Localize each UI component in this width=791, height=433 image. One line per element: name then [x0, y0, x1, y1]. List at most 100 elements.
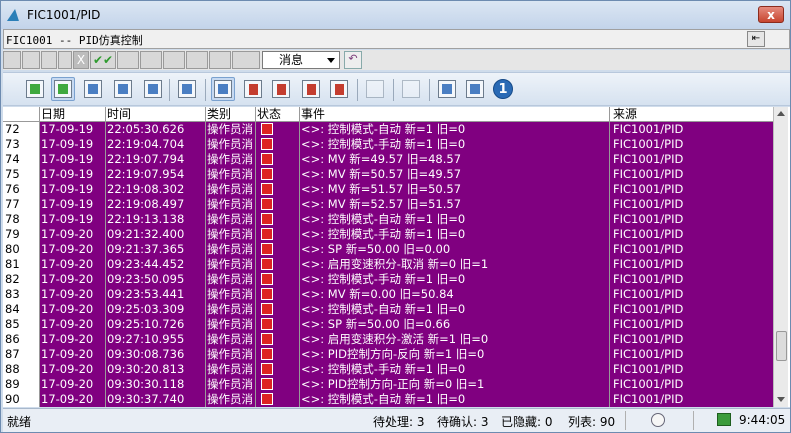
info-text-button[interactable]: [363, 77, 387, 101]
info-text-icon: [366, 80, 384, 98]
app-logo-icon: [7, 8, 21, 22]
cell-time: 09:21:37.365: [107, 242, 185, 256]
table-row[interactable]: 84 17-09-20 09:25:03.309 操作员消 <>: 控制模式-自动 新=…: [3, 302, 773, 317]
table-row[interactable]: 72 17-09-19 22:05:30.626 操作员消 <>: 控制模式-自动 新=…: [3, 122, 773, 137]
table-row[interactable]: 75 17-09-19 22:19:07.954 操作员消 <>: MV 新=50.57…: [3, 167, 773, 182]
cell-date: 17-09-20: [41, 347, 94, 361]
filter-slot-6[interactable]: [140, 51, 162, 69]
last-button[interactable]: [327, 77, 351, 101]
faceplate-title-bar: FIC1001 -- PID仿真控制 ⇤: [3, 29, 790, 49]
scroll-up-icon[interactable]: [777, 111, 785, 116]
archive-button[interactable]: [81, 77, 105, 101]
cell-date: 17-09-20: [41, 377, 94, 391]
lock-button[interactable]: [399, 77, 423, 101]
table-row[interactable]: 74 17-09-19 22:19:07.794 操作员消 <>: MV 新=49.57…: [3, 152, 773, 167]
cell-source: FIC1001/PID: [613, 392, 684, 406]
cell-source: FIC1001/PID: [613, 227, 684, 241]
next-button[interactable]: [299, 77, 323, 101]
pin-icon[interactable]: ⇤: [747, 31, 765, 47]
filter-slot-4[interactable]: [58, 51, 72, 69]
column-divider: [609, 107, 610, 407]
sort-button[interactable]: [435, 77, 459, 101]
lock-list-button[interactable]: [141, 77, 165, 101]
first-button[interactable]: [241, 77, 265, 101]
table-row[interactable]: 86 17-09-20 09:27:10.955 操作员消 <>: 启用变速积分-激活 …: [3, 332, 773, 347]
status-unconfirmed: 待确认: 3: [437, 415, 489, 429]
status-hidden: 已隐藏: 0: [501, 415, 553, 429]
status-divider: [693, 411, 694, 430]
cell-date: 17-09-19: [41, 212, 94, 226]
cell-class: 操作员消: [207, 257, 253, 271]
toolbar: 1: [3, 72, 790, 106]
vertical-scrollbar[interactable]: [773, 107, 788, 407]
row-number: 78: [5, 212, 39, 227]
refresh-all-button[interactable]: [51, 77, 75, 101]
message-type-select[interactable]: 消息: [262, 51, 340, 69]
scrollbar-thumb[interactable]: [776, 331, 787, 361]
table-row[interactable]: 82 17-09-20 09:23:50.095 操作员消 <>: 控制模式-手动 新=…: [3, 272, 773, 287]
toolbar-divider: [393, 79, 394, 101]
row-number: 82: [5, 272, 39, 287]
table-row[interactable]: 78 17-09-19 22:19:13.138 操作员消 <>: 控制模式-自动 新=…: [3, 212, 773, 227]
sort-icon: [438, 80, 456, 98]
cell-time: 09:25:03.309: [107, 302, 185, 316]
folder-lock-icon: [144, 80, 162, 98]
cell-event: <>: SP 新=50.00 旧=0.00: [301, 242, 451, 256]
autoscroll-button[interactable]: [211, 77, 235, 101]
table-row[interactable]: 76 17-09-19 22:19:08.302 操作员消 <>: MV 新=51.57…: [3, 182, 773, 197]
cell-source: FIC1001/PID: [613, 152, 684, 166]
column-header-source[interactable]: 来源: [613, 107, 637, 122]
previous-button[interactable]: [269, 77, 293, 101]
table-row[interactable]: 87 17-09-20 09:30:08.736 操作员消 <>: PID控制方向-反向…: [3, 347, 773, 362]
window: FIC1001/PID x FIC1001 -- PID仿真控制 ⇤ X ✔✔ …: [0, 0, 791, 433]
print-button[interactable]: [175, 77, 199, 101]
column-header-event[interactable]: 事件: [301, 107, 325, 122]
column-header-state[interactable]: 状态: [257, 107, 281, 122]
table-row[interactable]: 79 17-09-20 09:21:32.400 操作员消 <>: 控制模式-手动 新=…: [3, 227, 773, 242]
table-row[interactable]: 77 17-09-19 22:19:08.497 操作员消 <>: MV 新=52.57…: [3, 197, 773, 212]
refresh-button[interactable]: [23, 77, 47, 101]
table-row[interactable]: 83 17-09-20 09:23:53.441 操作员消 <>: MV 新=0.00 …: [3, 287, 773, 302]
database-icon: [84, 80, 102, 98]
statistics-button[interactable]: [111, 77, 135, 101]
cell-time: 22:05:30.626: [107, 122, 185, 136]
column-divider: [105, 107, 106, 407]
filter-slot-8[interactable]: [186, 51, 208, 69]
row-number: 88: [5, 362, 39, 377]
row-number: 86: [5, 332, 39, 347]
table-row[interactable]: 88 17-09-20 09:30:20.813 操作员消 <>: 控制模式-手动 新=…: [3, 362, 773, 377]
column-header-date[interactable]: 日期: [41, 107, 65, 122]
clear-filter-button[interactable]: X: [73, 51, 89, 69]
column-header-time[interactable]: 时间: [107, 107, 131, 122]
lock-icon: [402, 80, 420, 98]
table-row[interactable]: 90 17-09-20 09:30:37.740 操作员消 <>: 控制模式-自动 新=…: [3, 392, 773, 407]
time-base-button[interactable]: [463, 77, 487, 101]
filter-slot-1[interactable]: [3, 51, 21, 69]
filter-slot-7[interactable]: [163, 51, 185, 69]
cell-class: 操作员消: [207, 347, 253, 361]
acknowledge-all-icon[interactable]: ✔✔: [90, 51, 116, 69]
undo-icon[interactable]: ↶: [344, 51, 362, 69]
row-number: 77: [5, 197, 39, 212]
cell-source: FIC1001/PID: [613, 257, 684, 271]
table-row[interactable]: 89 17-09-20 09:30:30.118 操作员消 <>: PID控制方向-正向…: [3, 377, 773, 392]
table-row[interactable]: 73 17-09-19 22:19:04.704 操作员消 <>: 控制模式-手动 新=…: [3, 137, 773, 152]
filter-slot-5[interactable]: [117, 51, 139, 69]
cell-time: 22:19:07.954: [107, 167, 185, 181]
table-row[interactable]: 85 17-09-20 09:25:10.726 操作员消 <>: SP 新=50.00…: [3, 317, 773, 332]
filter-slot-3[interactable]: [41, 51, 57, 69]
cell-date: 17-09-20: [41, 392, 94, 406]
filter-slot-10[interactable]: [232, 51, 260, 69]
close-button[interactable]: x: [758, 6, 784, 23]
info-button[interactable]: 1: [491, 77, 515, 101]
table-row[interactable]: 81 17-09-20 09:23:44.452 操作员消 <>: 启用变速积分-取消 …: [3, 257, 773, 272]
column-header-class[interactable]: 类别: [207, 107, 231, 122]
down-arrow-icon: [302, 80, 320, 98]
filter-slot-2[interactable]: [22, 51, 40, 69]
cell-source: FIC1001/PID: [613, 362, 684, 376]
filter-slot-9[interactable]: [209, 51, 231, 69]
cell-time: 09:25:10.726: [107, 317, 185, 331]
row-number: 75: [5, 167, 39, 182]
scroll-down-icon[interactable]: [777, 397, 785, 402]
table-row[interactable]: 80 17-09-20 09:21:37.365 操作员消 <>: SP 新=50.00…: [3, 242, 773, 257]
